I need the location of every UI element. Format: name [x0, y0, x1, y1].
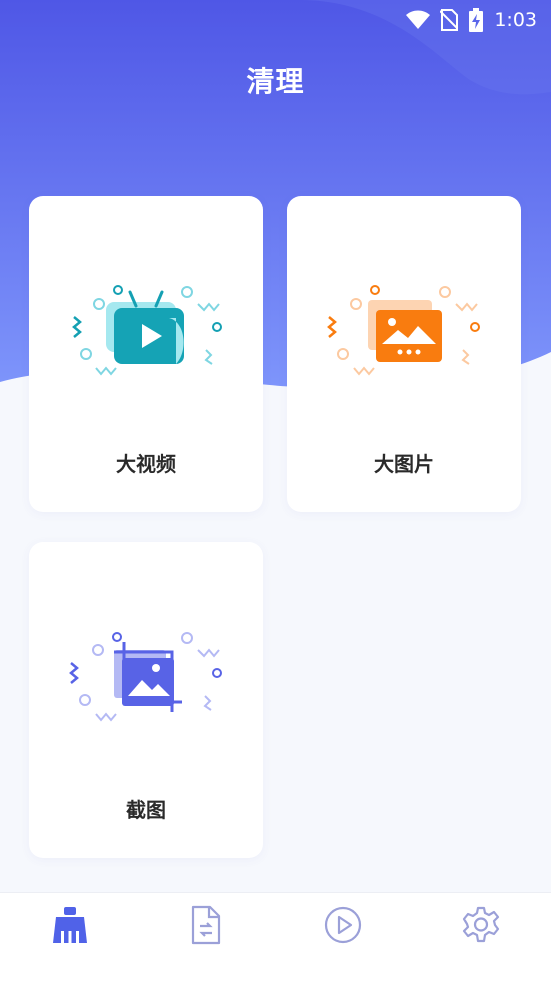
big-picture-card[interactable]: 大图片	[287, 196, 521, 512]
big-video-label: 大视频	[116, 452, 176, 476]
nav-item-clean[interactable]	[50, 905, 90, 945]
wifi-icon	[406, 10, 431, 30]
picture-icon	[327, 285, 480, 376]
file-transfer-icon	[191, 905, 221, 945]
screenshot-card[interactable]: 截图	[29, 542, 263, 858]
battery-charging-icon	[468, 8, 484, 32]
nav-item-video[interactable]	[323, 905, 363, 945]
tv-video-icon	[72, 285, 222, 376]
status-time: 1:03	[494, 9, 537, 31]
play-circle-icon	[324, 906, 362, 944]
bottom-nav	[0, 892, 551, 982]
big-picture-label: 大图片	[374, 452, 434, 476]
broom-clean-icon	[53, 907, 87, 943]
big-video-card[interactable]: 大视频	[29, 196, 263, 512]
screenshot-crop-icon	[69, 632, 222, 722]
screenshot-label: 截图	[126, 798, 166, 822]
nav-item-files[interactable]	[186, 905, 226, 945]
gear-icon	[462, 906, 500, 943]
status-bar: 1:03	[0, 0, 551, 40]
page-title: 清理	[246, 65, 305, 98]
nav-item-settings[interactable]	[461, 905, 501, 945]
no-sim-icon	[440, 9, 459, 31]
